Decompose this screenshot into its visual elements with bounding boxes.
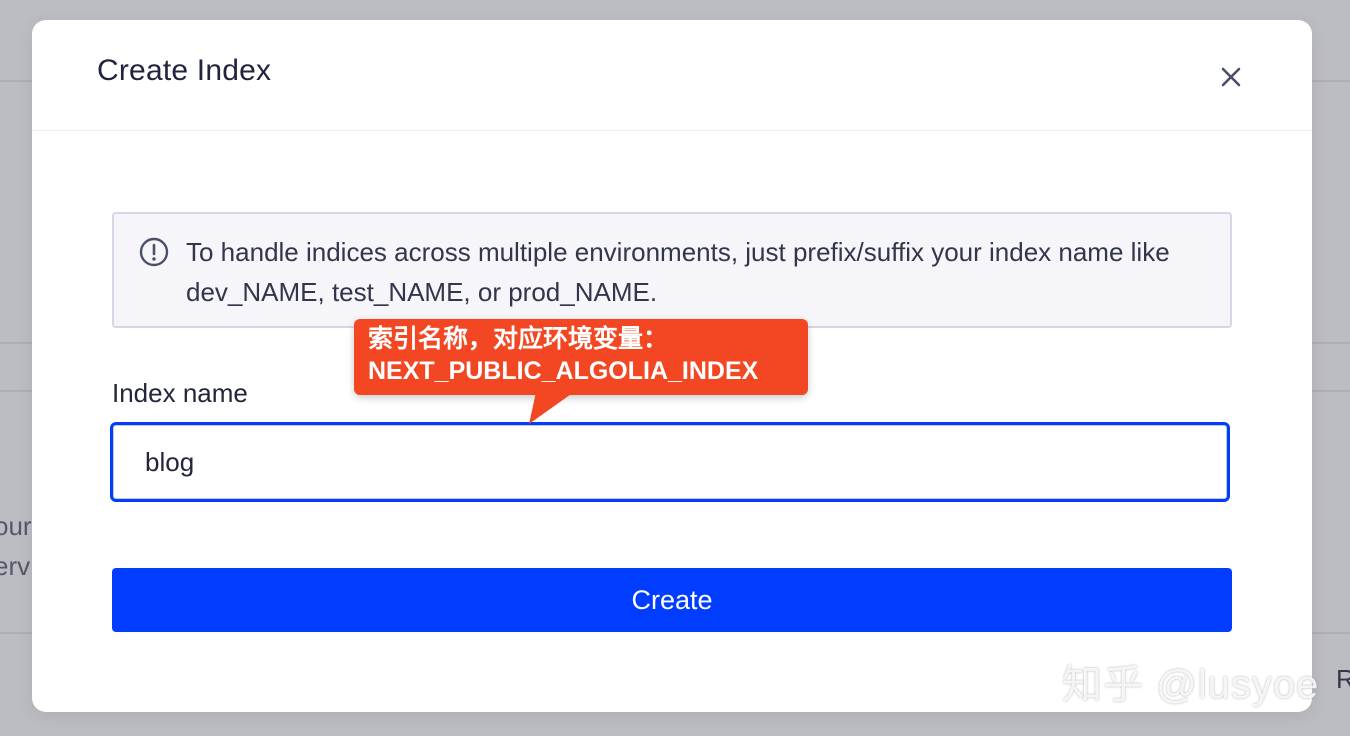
create-button[interactable]: Create [112, 568, 1232, 632]
index-name-input[interactable] [110, 422, 1230, 502]
close-icon [1221, 67, 1241, 87]
modal-header: Create Index [32, 20, 1312, 131]
close-button[interactable] [1214, 60, 1248, 94]
notice-text: To handle indices across multiple enviro… [186, 237, 1170, 307]
background-text: our [0, 511, 32, 541]
annotation-callout: 索引名称，对应环境变量： NEXT_PUBLIC_ALGOLIA_INDEX [354, 319, 808, 395]
annotation-line-2: NEXT_PUBLIC_ALGOLIA_INDEX [368, 357, 759, 385]
info-circle-icon [139, 237, 169, 267]
watermark: 知乎 @lusyoe [1062, 663, 1320, 707]
background-text: R [1336, 664, 1350, 694]
index-name-label: Index name [112, 378, 248, 408]
annotation-line-1: 索引名称，对应环境变量： [368, 325, 669, 353]
callout-pointer [529, 392, 574, 424]
background-text: erv [0, 551, 31, 581]
modal-title: Create Index [97, 54, 272, 87]
info-notice: To handle indices across multiple enviro… [112, 212, 1232, 328]
